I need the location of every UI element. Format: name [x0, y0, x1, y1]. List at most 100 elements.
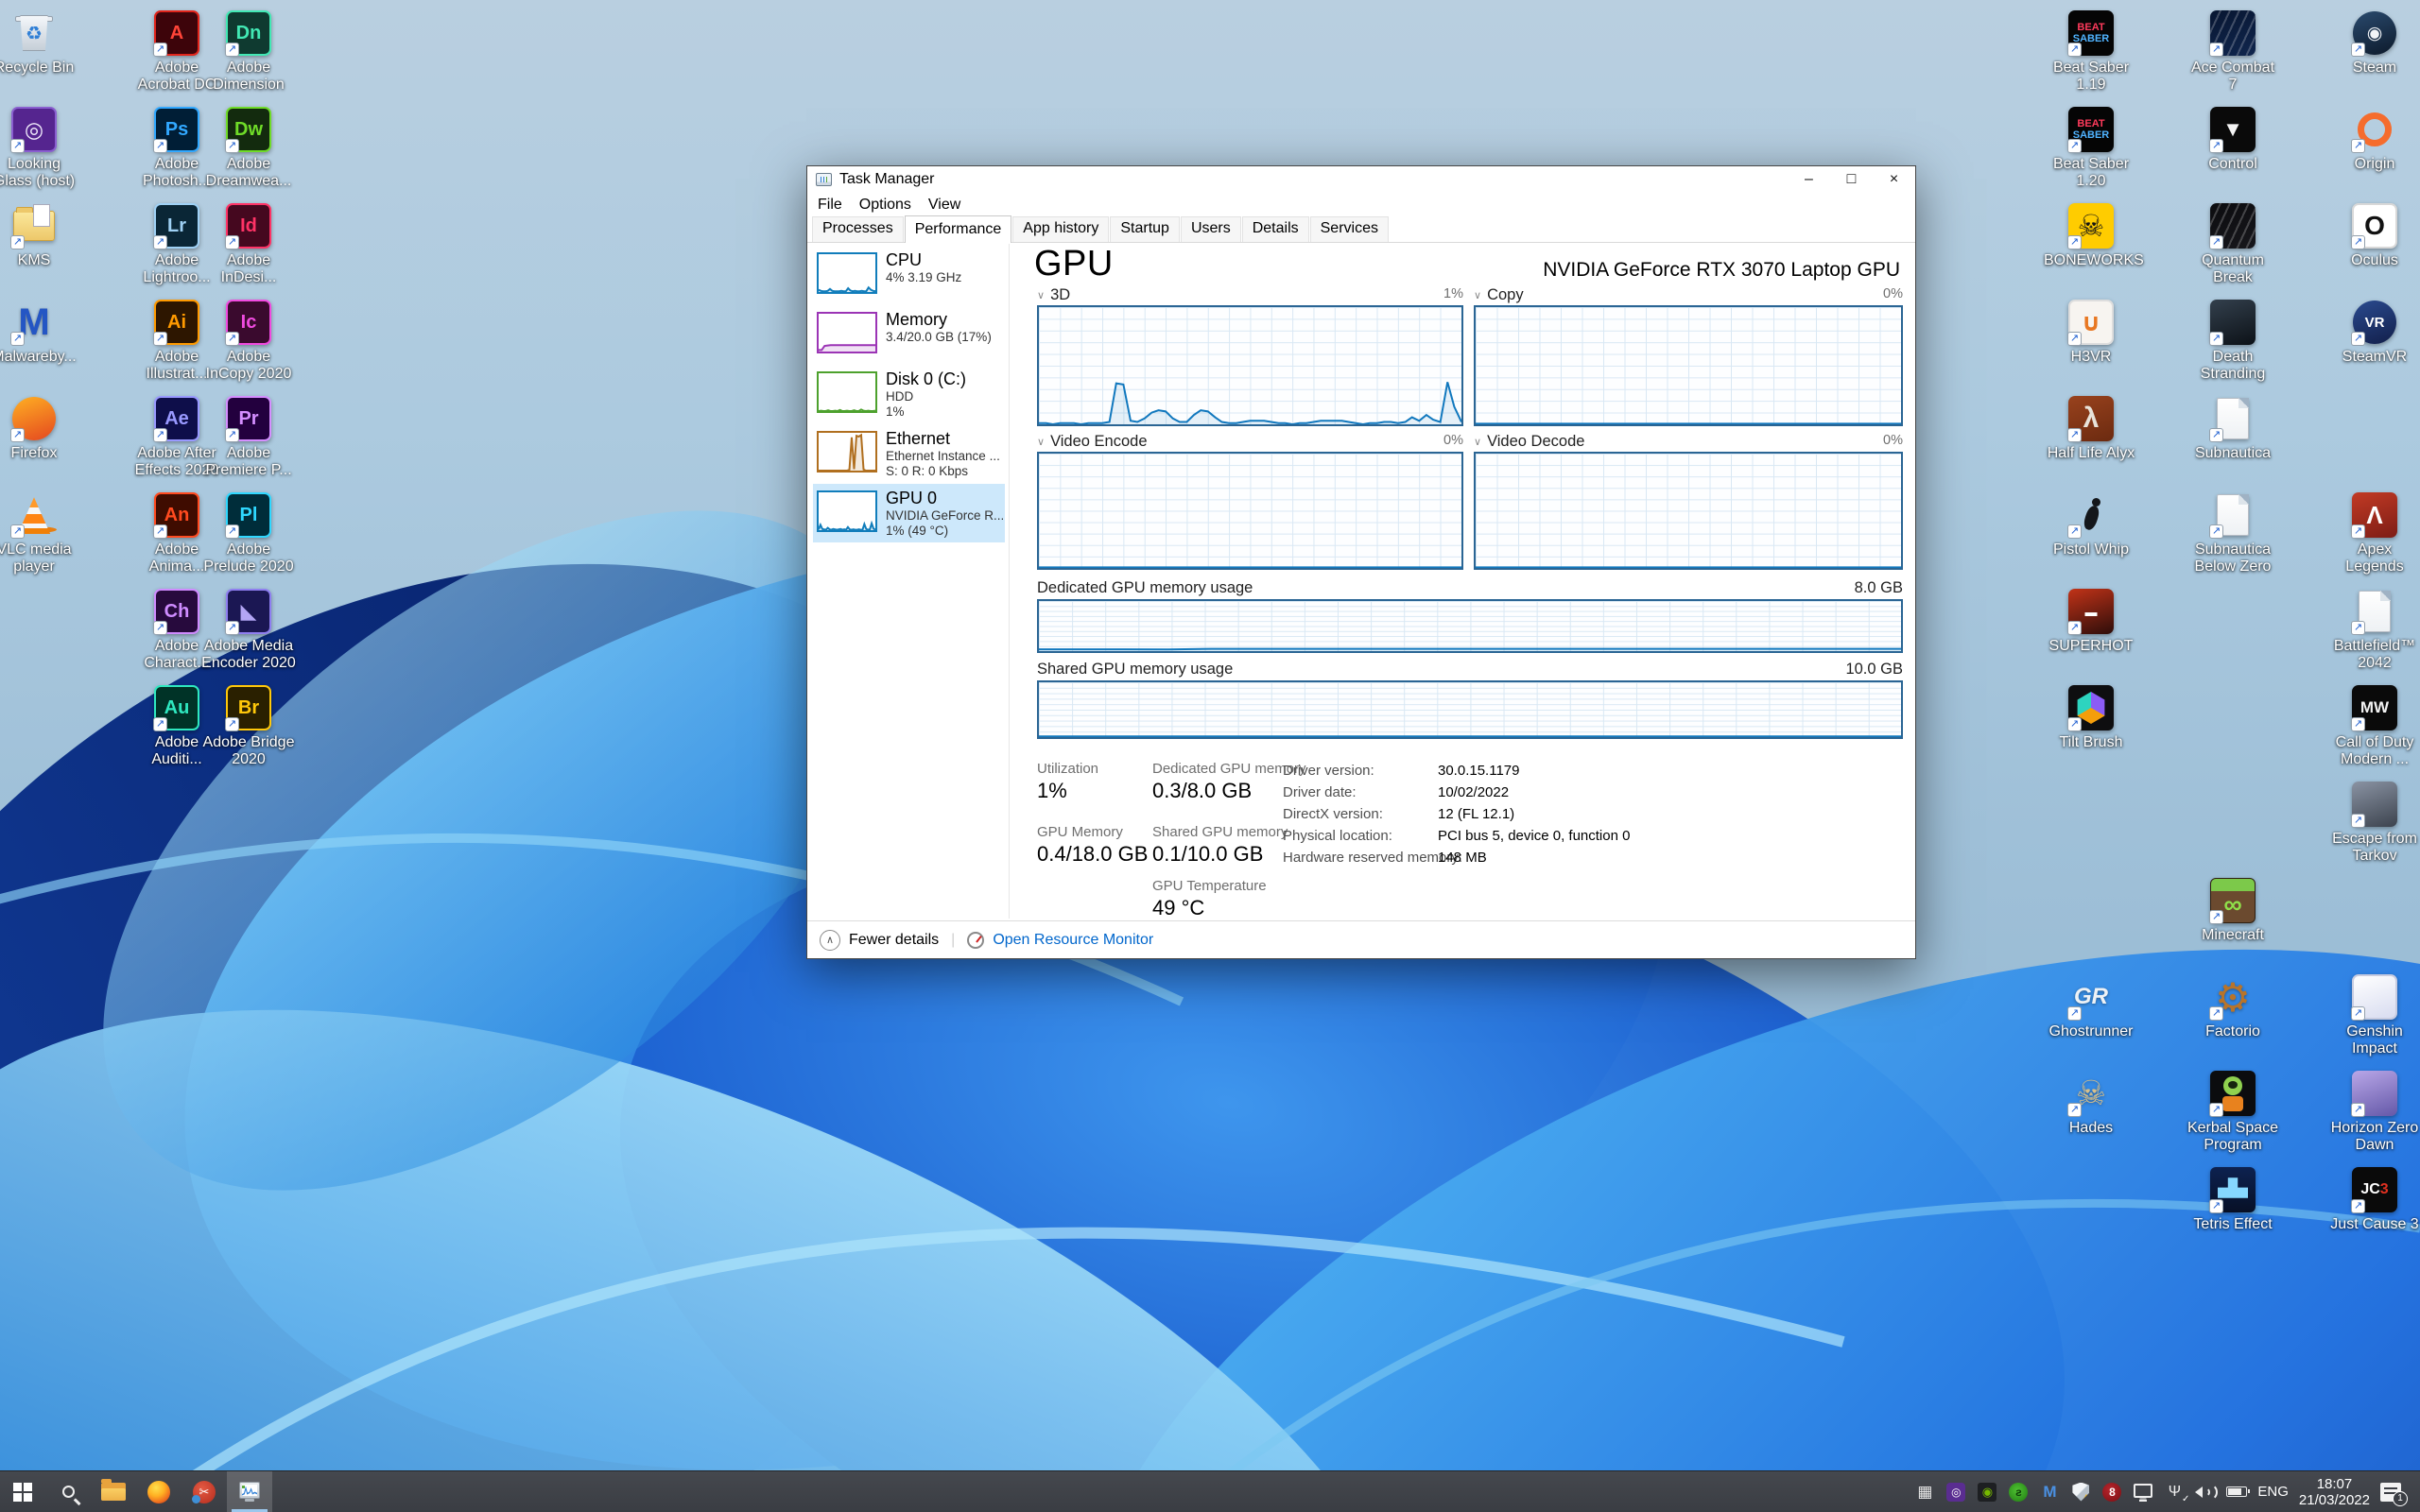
- desktop-icon-beat-saber-1-20[interactable]: BEATSABER↗Beat Saber 1.20: [2044, 106, 2138, 190]
- desktop-icon-tetris-effect[interactable]: ↗Tetris Effect: [2186, 1166, 2280, 1233]
- desktop-icon-oculus[interactable]: O↗Oculus: [2327, 202, 2420, 269]
- desktop-icon-malwareby-[interactable]: M↗Malwareby...: [0, 299, 81, 366]
- maximize-button[interactable]: □: [1830, 166, 1873, 193]
- nvidia-settings-tray-icon[interactable]: ◉: [1977, 1482, 1997, 1503]
- desktop-icon-ace-combat-7[interactable]: ↗Ace Combat 7: [2186, 9, 2280, 94]
- razer-synapse-tray-icon[interactable]: ƨ: [2008, 1482, 2029, 1503]
- sidebar-item-disk-0-c-[interactable]: Disk 0 (C:)HDD1%: [813, 365, 1005, 423]
- network-tray-icon[interactable]: [2133, 1482, 2153, 1503]
- desktop-icon-death-stranding[interactable]: ↗Death Stranding: [2186, 299, 2280, 383]
- notification-center-button[interactable]: 1: [2380, 1482, 2401, 1503]
- icon-glyph: Ai: [167, 312, 186, 334]
- desktop-icon-subnautica[interactable]: ↗Subnautica: [2186, 395, 2280, 462]
- desktop-icon-adobe-incopy-2020[interactable]: Ic↗Adobe InCopy 2020: [201, 299, 296, 383]
- file-explorer-icon: [101, 1483, 126, 1501]
- shortcut-arrow-icon: ↗: [2351, 524, 2365, 539]
- desktop-icon-origin[interactable]: ↗Origin: [2327, 106, 2420, 173]
- usb-glyph: Ψ: [2169, 1484, 2181, 1501]
- malwarebytes-tray-icon[interactable]: M: [2039, 1482, 2060, 1503]
- looking-glass-tray-icon[interactable]: ◎: [1945, 1482, 1966, 1503]
- desktop-icon-boneworks[interactable]: ☠↗BONEWORKS: [2044, 202, 2138, 269]
- desktop-icon-hades[interactable]: ☠↗Hades: [2044, 1070, 2138, 1137]
- sidebar-item-cpu[interactable]: CPU4% 3.19 GHz: [813, 246, 1005, 304]
- taskbar-task-manager-button[interactable]: [227, 1471, 272, 1512]
- desktop-icon-adobe-prelude-2020[interactable]: Pl↗Adobe Prelude 2020: [201, 491, 296, 576]
- tray-red-badge-icon[interactable]: 8: [2101, 1482, 2122, 1503]
- menu-item-file[interactable]: File: [809, 197, 851, 214]
- desktop-icon-factorio[interactable]: ⚙↗Factorio: [2186, 973, 2280, 1040]
- language-indicator[interactable]: ENG: [2257, 1484, 2289, 1500]
- desktop-icon-superhot[interactable]: ▬↗SUPERHOT: [2044, 588, 2138, 655]
- tab-processes[interactable]: Processes: [812, 216, 904, 242]
- tab-startup[interactable]: Startup: [1110, 216, 1180, 242]
- desktop-icon-steam[interactable]: ◉↗Steam: [2327, 9, 2420, 77]
- desktop-icon-minecraft[interactable]: ∞↗Minecraft: [2186, 877, 2280, 944]
- open-resource-monitor-link[interactable]: Open Resource Monitor: [993, 932, 1153, 949]
- battery-tray-icon[interactable]: [2226, 1482, 2247, 1503]
- tab-services[interactable]: Services: [1310, 216, 1389, 242]
- desktop-icon-kerbal-space-program[interactable]: ↗Kerbal Space Program: [2186, 1070, 2280, 1154]
- sidebar-item-gpu-0[interactable]: GPU 0NVIDIA GeForce R...1% (49 °C): [813, 484, 1005, 542]
- desktop-icon-just-cause-3[interactable]: JC3↗Just Cause 3: [2327, 1166, 2420, 1233]
- desktop-icon-looking-glass-host-[interactable]: ◎↗Looking Glass (host): [0, 106, 81, 190]
- desktop-icon-horizon-zero-dawn[interactable]: ↗Horizon Zero Dawn: [2327, 1070, 2420, 1154]
- desktop-icon-half-life-alyx[interactable]: λ↗Half Life Alyx: [2044, 395, 2138, 462]
- shortcut-arrow-icon: ↗: [153, 621, 167, 635]
- desktop-icon-genshin-impact[interactable]: ↗Genshin Impact: [2327, 973, 2420, 1057]
- title-bar[interactable]: Task Manager – □ ×: [807, 166, 1915, 193]
- shield-icon: [2072, 1483, 2089, 1502]
- desktop-icon-firefox[interactable]: ↗Firefox: [0, 395, 81, 462]
- shortcut-arrow-icon: ↗: [2209, 139, 2223, 153]
- windows-security-tray-icon[interactable]: [2070, 1482, 2091, 1503]
- desktop-icon-quantum-break[interactable]: ↗Quantum Break: [2186, 202, 2280, 286]
- desktop-icon-adobe-media-encoder-2020[interactable]: ◣↗Adobe Media Encoder 2020: [201, 588, 296, 672]
- desktop-icon-recycle-bin[interactable]: ♻Recycle Bin: [0, 9, 81, 77]
- tab-details[interactable]: Details: [1242, 216, 1309, 242]
- chart-section-label-3d[interactable]: ∨3D: [1037, 285, 1070, 304]
- desktop-icon-battlefield-2042[interactable]: ↗Battlefield™ 2042: [2327, 588, 2420, 672]
- desktop-icon-call-of-duty-modern-[interactable]: MW↗Call of Duty Modern ...: [2327, 684, 2420, 768]
- desktop-icon-adobe-bridge-2020[interactable]: Br↗Adobe Bridge 2020: [201, 684, 296, 768]
- desktop-icon-steamvr[interactable]: VR↗SteamVR: [2327, 299, 2420, 366]
- usb-tray-icon[interactable]: Ψ✓: [2164, 1482, 2185, 1503]
- volume-tray-icon[interactable]: [2195, 1482, 2216, 1503]
- desktop-icon-vlc-media-player[interactable]: ↗VLC media player: [0, 491, 81, 576]
- shortcut-arrow-icon: ↗: [2067, 717, 2082, 731]
- desktop-icon-escape-from-tarkov[interactable]: ↗Escape from Tarkov: [2327, 781, 2420, 865]
- desktop-icon-kms[interactable]: ↗KMS: [0, 202, 81, 269]
- chart-section-label-video-decode[interactable]: ∨Video Decode: [1474, 432, 1584, 451]
- fewer-details-button[interactable]: Fewer details: [849, 932, 939, 949]
- stat-value: 1%: [1037, 779, 1067, 803]
- desktop-icon-adobe-premiere-p-[interactable]: Pr↗Adobe Premiere P...: [201, 395, 296, 479]
- menu-item-options[interactable]: Options: [851, 197, 920, 214]
- tab-performance[interactable]: Performance: [905, 215, 1012, 243]
- taskbar-search-button[interactable]: [45, 1471, 91, 1512]
- taskbar-screen-capture-button[interactable]: ✂: [182, 1471, 227, 1512]
- desktop-icon-art: ▼↗: [2186, 106, 2280, 153]
- desktop-icon-adobe-dreamwea-[interactable]: Dw↗Adobe Dreamwea...: [201, 106, 296, 190]
- desktop-icon-subnautica-below-zero[interactable]: ↗Subnautica Below Zero: [2186, 491, 2280, 576]
- chart-section-label-video-encode[interactable]: ∨Video Encode: [1037, 432, 1148, 451]
- tab-app-history[interactable]: App history: [1012, 216, 1109, 242]
- taskbar-file-explorer-button[interactable]: [91, 1471, 136, 1512]
- chart-section-label-copy[interactable]: ∨Copy: [1474, 285, 1524, 304]
- desktop-icon-pistol-whip[interactable]: ↗Pistol Whip: [2044, 491, 2138, 558]
- desktop-icon-adobe-dimension[interactable]: Dn↗Adobe Dimension: [201, 9, 296, 94]
- menu-item-view[interactable]: View: [920, 197, 969, 214]
- desktop-icon-tilt-brush[interactable]: ↗Tilt Brush: [2044, 684, 2138, 751]
- taskbar-clock[interactable]: 18:07 21/03/2022: [2299, 1476, 2370, 1508]
- close-button[interactable]: ×: [1873, 166, 1915, 193]
- desktop-icon-ghostrunner[interactable]: GR↗Ghostrunner: [2044, 973, 2138, 1040]
- tab-users[interactable]: Users: [1181, 216, 1241, 242]
- desktop-icon-control[interactable]: ▼↗Control: [2186, 106, 2280, 173]
- sidebar-item-memory[interactable]: Memory3.4/20.0 GB (17%): [813, 305, 1005, 364]
- taskbar-firefox-button[interactable]: [136, 1471, 182, 1512]
- desktop-icon-h3vr[interactable]: ∪↗H3VR: [2044, 299, 2138, 366]
- desktop-icon-apex-legends[interactable]: Λ↗Apex Legends: [2327, 491, 2420, 576]
- hidden-icons-grid-icon[interactable]: ▦: [1914, 1482, 1935, 1503]
- desktop-icon-adobe-indesi-[interactable]: Id↗Adobe InDesi...: [201, 202, 296, 286]
- sidebar-item-ethernet[interactable]: EthernetEthernet Instance ...S: 0 R: 0 K…: [813, 424, 1005, 483]
- minimize-button[interactable]: –: [1788, 166, 1830, 193]
- start-button[interactable]: [0, 1471, 45, 1512]
- desktop-icon-beat-saber-1-19[interactable]: BEATSABER↗Beat Saber 1.19: [2044, 9, 2138, 94]
